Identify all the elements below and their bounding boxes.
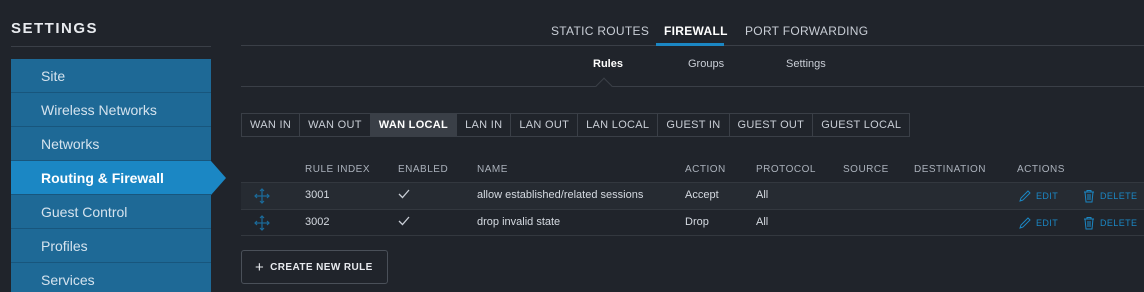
ruleset-guest-in[interactable]: GUEST IN	[658, 114, 730, 136]
ruleset-lan-in[interactable]: LAN IN	[457, 114, 512, 136]
cell-action: Accept	[685, 189, 719, 201]
rule-set-selector: WAN IN WAN OUT WAN LOCAL LAN IN LAN OUT …	[241, 113, 911, 137]
delete-label: DELETE	[1100, 218, 1138, 228]
sidebar-item-routing-firewall[interactable]: Routing & Firewall	[11, 161, 226, 195]
pencil-icon	[1019, 217, 1031, 229]
sidebar-item-profiles[interactable]: Profiles	[11, 229, 211, 263]
check-icon	[398, 189, 410, 199]
cell-rule-index: 3001	[305, 189, 330, 201]
edit-label: EDIT	[1036, 191, 1059, 201]
sidebar: SETTINGS Site Wireless Networks Networks…	[0, 0, 226, 292]
sidebar-item-guest-control[interactable]: Guest Control	[11, 195, 211, 229]
ruleset-guest-local[interactable]: GUEST LOCAL	[813, 114, 909, 136]
subtab-groups[interactable]: Groups	[688, 58, 724, 70]
ruleset-wan-in[interactable]: WAN IN	[242, 114, 301, 136]
delete-button[interactable]: DELETE	[1082, 216, 1137, 230]
sidebar-item-wireless-networks[interactable]: Wireless Networks	[11, 93, 211, 127]
table-row: 3002 drop invalid state Drop All EDIT DE…	[241, 209, 1144, 236]
trash-icon	[1084, 190, 1094, 203]
col-rule-index[interactable]: RULE INDEX	[305, 164, 370, 175]
sidebar-title: SETTINGS	[11, 20, 99, 37]
table-header: RULE INDEX ENABLED NAME ACTION PROTOCOL …	[241, 162, 1144, 178]
check-icon	[398, 216, 410, 226]
delete-button[interactable]: DELETE	[1082, 189, 1137, 203]
ruleset-wan-local[interactable]: WAN LOCAL	[370, 114, 458, 136]
cell-rule-index: 3002	[305, 216, 330, 228]
drag-handle-icon[interactable]	[254, 188, 270, 204]
col-enabled[interactable]: ENABLED	[398, 164, 448, 175]
col-destination[interactable]: DESTINATION	[914, 164, 986, 175]
col-protocol[interactable]: PROTOCOL	[756, 164, 816, 175]
col-name[interactable]: NAME	[477, 164, 508, 175]
sidebar-item-networks[interactable]: Networks	[11, 127, 211, 161]
cell-name: drop invalid state	[477, 216, 561, 228]
subtab-caret	[595, 77, 613, 95]
delete-label: DELETE	[1100, 191, 1138, 201]
pencil-icon	[1019, 190, 1031, 202]
drag-handle-icon[interactable]	[254, 215, 270, 231]
create-new-rule-label: CREATE NEW RULE	[270, 261, 373, 273]
subtab-settings[interactable]: Settings	[786, 58, 826, 70]
col-source[interactable]: SOURCE	[843, 164, 889, 175]
ruleset-lan-out[interactable]: LAN OUT	[511, 114, 579, 136]
cell-action: Drop	[685, 216, 709, 228]
tab-static-routes[interactable]: STATIC ROUTES	[551, 24, 649, 38]
plus-icon: +	[255, 258, 265, 276]
col-action[interactable]: ACTION	[685, 164, 726, 175]
trash-icon	[1084, 217, 1094, 230]
edit-button[interactable]: EDIT	[1018, 216, 1058, 230]
cell-protocol: All	[756, 216, 769, 228]
tab-firewall[interactable]: FIREWALL	[664, 24, 728, 38]
table-row: 3001 allow established/related sessions …	[241, 182, 1144, 209]
cell-name: allow established/related sessions	[477, 189, 644, 201]
ruleset-wan-out[interactable]: WAN OUT	[300, 114, 371, 136]
sidebar-item-site[interactable]: Site	[11, 59, 211, 93]
ruleset-guest-out[interactable]: GUEST OUT	[730, 114, 814, 136]
subtab-rules[interactable]: Rules	[593, 58, 623, 70]
sidebar-divider	[11, 46, 211, 47]
create-new-rule-button[interactable]: + CREATE NEW RULE	[241, 250, 388, 284]
sub-tabs: Rules Groups Settings	[241, 46, 1144, 95]
ruleset-lan-local[interactable]: LAN LOCAL	[578, 114, 659, 136]
sidebar-nav: Site Wireless Networks Networks Routing …	[11, 59, 226, 292]
top-tabs: STATIC ROUTES FIREWALL PORT FORWARDING	[241, 16, 1144, 46]
cell-protocol: All	[756, 189, 769, 201]
col-actions: ACTIONS	[1017, 164, 1065, 175]
edit-label: EDIT	[1036, 218, 1059, 228]
edit-button[interactable]: EDIT	[1018, 189, 1058, 203]
tab-port-forwarding[interactable]: PORT FORWARDING	[745, 24, 868, 38]
sidebar-item-services[interactable]: Services	[11, 263, 211, 292]
